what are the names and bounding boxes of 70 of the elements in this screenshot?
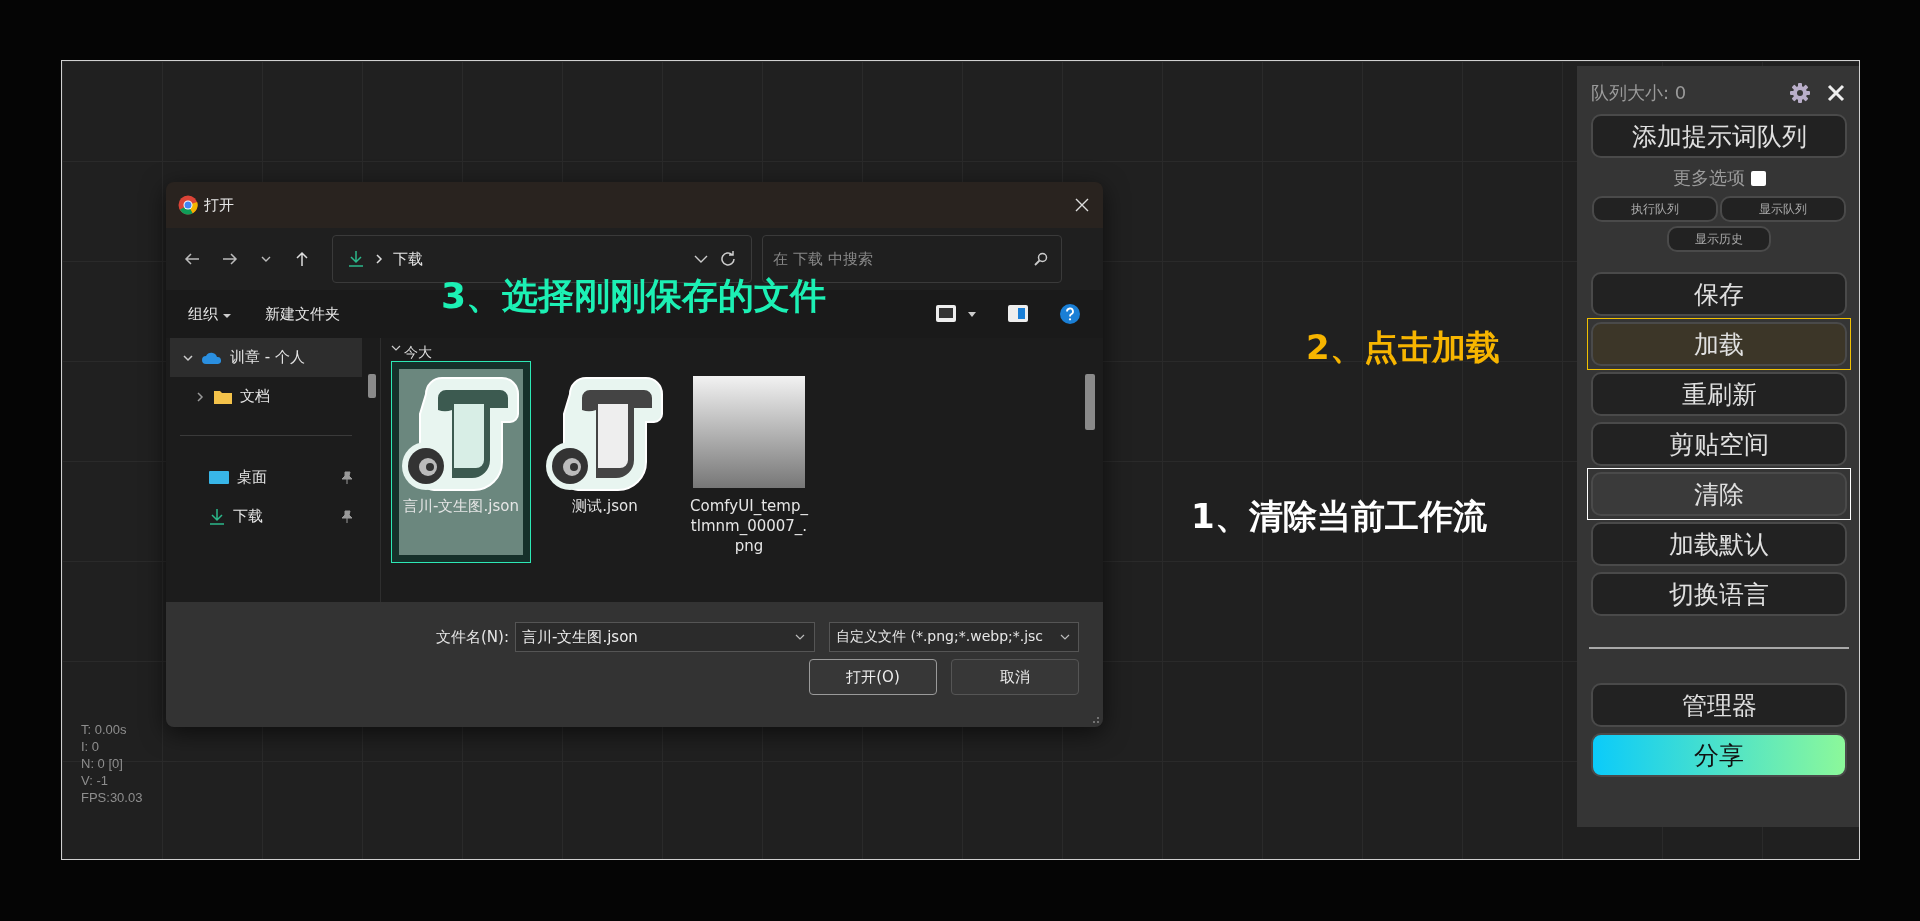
share-button[interactable]: 分享 [1591,733,1847,777]
sidebar-item[interactable]: 训章 - 个人 [170,338,362,377]
sidebar-item[interactable]: 下载 [170,497,362,536]
panel-button[interactable]: 清除 [1591,472,1847,516]
search-icon [1034,252,1048,266]
view-mode-icon[interactable] [935,304,957,324]
desktop-icon [208,469,230,486]
panel-button[interactable]: 保存 [1591,272,1847,316]
refresh-icon[interactable] [719,250,737,268]
resize-grip-icon[interactable] [1090,714,1100,724]
help-icon[interactable] [1059,303,1081,325]
stats-text: I: 0 [81,738,101,755]
dialog-button[interactable]: 取消 [951,659,1079,695]
scrollbar-thumb[interactable] [1085,374,1095,430]
file-name-field[interactable]: 言川-文生图.json [515,622,815,652]
forward-arrow-icon[interactable] [222,251,238,267]
annotation-text: 1、清除当前工作流 [1191,496,1487,537]
chevron-right-icon [375,254,383,264]
stats-text: N: 0 [0] [81,755,124,772]
sidebar-item[interactable]: 桌面 [170,458,362,497]
chevron-down-icon [1060,634,1070,640]
queue-button[interactable]: 显示队列 [1720,196,1846,222]
close-icon[interactable] [1827,84,1845,102]
stats-text: T: 0.00s [81,721,128,738]
chevron-icon[interactable] [194,390,206,403]
file-item[interactable]: 测试.json [535,361,675,563]
preview-pane-icon[interactable] [1007,304,1029,324]
panel-button[interactable]: 重刷新 [1591,372,1847,416]
annotation-text: 2、点击加载 [1306,327,1500,368]
file-name: 测试.json [571,496,639,516]
pin-icon[interactable] [340,470,354,485]
panel-button[interactable]: 切换语言 [1591,572,1847,616]
organize-menu-button[interactable]: 组织 [176,298,243,330]
browser-logo-icon [178,195,198,215]
download-icon [347,250,365,268]
back-arrow-icon[interactable] [184,251,200,267]
cloud-icon [201,350,223,365]
file-name: ComfyUI_temp_tlmnm_00007_.png [689,496,809,556]
close-icon[interactable] [1075,198,1089,212]
add-queue-button[interactable]: 添加提示词队列 [1591,114,1847,158]
chevron-down-icon[interactable] [795,634,805,640]
queue-size-label: 队列大小: 0 [1591,81,1687,105]
manager-button[interactable]: 管理器 [1591,683,1847,727]
caret-icon [222,312,231,319]
up-arrow-icon[interactable] [294,251,310,267]
panel-button[interactable]: 加载默认 [1591,522,1847,566]
queue-button[interactable]: 显示历史 [1667,226,1771,252]
scrollbar-thumb[interactable] [368,374,376,398]
stats-text: FPS:30.03 [81,789,143,806]
panel-button[interactable]: 剪贴空间 [1591,422,1847,466]
pin-icon[interactable] [340,509,354,524]
checkbox[interactable] [1750,170,1766,186]
file-item[interactable]: ComfyUI_temp_tlmnm_00007_.png [679,361,819,563]
panel-button[interactable]: 加载 [1591,322,1847,366]
dialog-button[interactable]: 打开(O) [809,659,937,695]
queue-button[interactable]: 执行队列 [1592,196,1718,222]
chevron-down-icon [391,344,401,352]
sidebar-item[interactable]: 文档 [170,377,362,416]
dialog-title: 打开 [204,195,234,215]
file-name: 言川-文生图.json [402,496,520,516]
more-options-label: 更多选项 [1672,166,1745,190]
file-type-dropdown[interactable]: 自定义文件 (*.png;*.webp;*.jsc [829,622,1079,652]
new-folder-button[interactable]: 新建文件夹 [252,298,352,330]
stats-text: V: -1 [81,772,109,789]
download-icon [208,507,226,526]
address-path: 下载 [393,249,423,269]
caret-icon[interactable] [967,310,977,318]
file-name-label: 文件名(N): [436,627,509,647]
group-header[interactable]: 今大 [391,344,432,361]
folder-icon [213,388,233,405]
